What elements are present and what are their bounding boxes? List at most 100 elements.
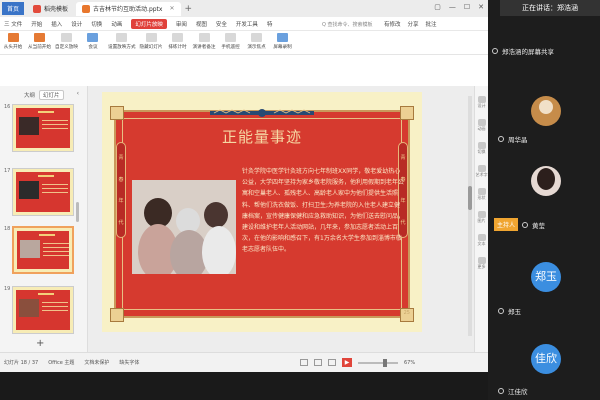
- slideshow-play-icon[interactable]: ▶: [342, 358, 352, 367]
- menu-item[interactable]: 特: [267, 20, 273, 28]
- avatar[interactable]: 佳欣: [531, 344, 561, 374]
- zoom-level[interactable]: 67%: [404, 360, 415, 366]
- phone-remote-button[interactable]: 手机遥控: [220, 31, 242, 50]
- menu-item[interactable]: 插入: [51, 20, 62, 28]
- thumbnail-image: [12, 286, 74, 334]
- close-tab-icon[interactable]: ✕: [169, 5, 174, 12]
- reading-view-icon[interactable]: [328, 359, 336, 366]
- wordart-icon[interactable]: [477, 165, 486, 172]
- thumbnail-image: [12, 104, 74, 152]
- participant-host[interactable]: 主持人 黄莹: [494, 218, 545, 231]
- participant[interactable]: 周华晶: [498, 134, 528, 144]
- menu-item[interactable]: 动画: [111, 20, 122, 28]
- meeting-icon: [87, 33, 99, 42]
- avatar[interactable]: [531, 96, 561, 126]
- slide-page-number: 25: [403, 310, 410, 316]
- tab-docer[interactable]: 稻壳模板: [27, 2, 74, 16]
- host-badge: 主持人: [494, 218, 519, 231]
- layout-icon[interactable]: ▢: [434, 3, 441, 11]
- app-root: 首页 稻壳模板 古吉林节约互助活动.pptx ✕ + ▢ — ☐ ✕ 三 文件 …: [0, 0, 600, 400]
- hide-slide-button[interactable]: 隐藏幻灯片: [140, 31, 163, 50]
- participant[interactable]: 郑玉: [498, 306, 521, 316]
- zoom-slider[interactable]: [358, 358, 398, 367]
- font-status[interactable]: 缺失字体: [119, 359, 139, 366]
- shape-icon[interactable]: [477, 188, 486, 195]
- minimize-icon[interactable]: —: [449, 3, 456, 11]
- close-panel-icon[interactable]: ‹: [77, 90, 79, 97]
- protection-status[interactable]: 文档未保护: [84, 359, 109, 366]
- slide-body-text[interactable]: 针灸学院中医学针灸班方向七年制班XX同学，敬老爱幼热心公益，大学四年坚持为家乡敬…: [242, 166, 404, 256]
- slide[interactable]: 青 春 年 代 青 春 年 代 正能量事迹 针灸学院中医学针灸班方向七年制班XX…: [102, 92, 422, 332]
- custom-show-icon: [60, 33, 72, 42]
- maximize-icon[interactable]: ☐: [464, 3, 470, 11]
- menu-right: 有修改 分享 批注: [384, 20, 437, 28]
- menu-item[interactable]: 切换: [91, 20, 102, 28]
- canvas-scrollbar-thumb[interactable]: [468, 186, 472, 210]
- command-search[interactable]: Q 查找命令、搜索模板: [322, 19, 378, 29]
- slide-number: 18: [4, 226, 11, 232]
- status-bar: 幻灯片 18 / 37 Office 主题 文档未保护 缺失字体 ▶ 67%: [0, 352, 488, 372]
- theme-name: Office 主题: [48, 360, 75, 366]
- tab-slides[interactable]: 幻灯片: [39, 90, 64, 100]
- menu-item[interactable]: 开始: [31, 20, 42, 28]
- avatar[interactable]: 郑玉: [531, 262, 561, 292]
- corner-ornament: [400, 106, 414, 120]
- from-current-button[interactable]: 从当前开始: [28, 31, 51, 50]
- panel-scrollbar[interactable]: [76, 202, 79, 222]
- canvas-scrollbar-track: [468, 96, 472, 336]
- share-button[interactable]: 分享: [408, 20, 419, 28]
- changes-button[interactable]: 有修改: [384, 20, 401, 28]
- normal-view-icon[interactable]: [300, 359, 308, 366]
- view-controls: ▶ 67%: [300, 358, 415, 367]
- corner-ornament: [110, 308, 124, 322]
- design-icon[interactable]: [477, 96, 486, 103]
- slide-thumbnail[interactable]: 17: [2, 168, 82, 224]
- menu-item[interactable]: 视图: [196, 20, 207, 28]
- text-icon[interactable]: [477, 234, 486, 241]
- close-icon[interactable]: ✕: [478, 3, 484, 11]
- notes-icon: [198, 33, 210, 42]
- menu-item[interactable]: 安全: [216, 20, 227, 28]
- hide-slide-icon: [145, 33, 157, 42]
- menu-file[interactable]: 三 文件: [4, 20, 22, 28]
- slide-title[interactable]: 正能量事迹: [102, 126, 422, 147]
- tab-outline[interactable]: 大纲: [24, 91, 35, 99]
- slide-thumbnail-selected[interactable]: 18: [2, 226, 82, 282]
- mic-muted-icon: [498, 308, 504, 314]
- screen-record-button[interactable]: 屏幕录制: [272, 31, 294, 50]
- slide-photo[interactable]: [132, 180, 236, 274]
- focus-button[interactable]: 演示焦点: [246, 31, 268, 50]
- side-tool-gutter: 设计 动画 切换 艺术字 形状 图片 文本 更多: [474, 86, 488, 352]
- new-tab-icon[interactable]: +: [185, 4, 193, 14]
- speaker-notes-button[interactable]: 演讲者备注: [193, 31, 216, 50]
- meeting-button[interactable]: 会议: [82, 31, 104, 50]
- menu-item[interactable]: 设计: [71, 20, 82, 28]
- participant[interactable]: 江佳欣: [498, 386, 528, 396]
- slide-number: 19: [4, 286, 11, 292]
- home-tab[interactable]: 首页: [2, 2, 25, 15]
- menu-item[interactable]: 开发工具: [236, 20, 258, 28]
- add-slide-icon[interactable]: +: [36, 338, 44, 349]
- animation-icon[interactable]: [477, 119, 486, 126]
- from-start-button[interactable]: 从头开始: [2, 31, 24, 50]
- picture-icon[interactable]: [477, 211, 486, 218]
- sorter-view-icon[interactable]: [314, 359, 322, 366]
- meeting-sidebar: [488, 0, 600, 400]
- setup-show-button[interactable]: 设置放映方式: [108, 31, 136, 50]
- rehearse-button[interactable]: 排练计时: [167, 31, 189, 50]
- timer-icon: [172, 33, 184, 42]
- avatar[interactable]: [531, 166, 561, 196]
- slide-thumbnail[interactable]: 19: [2, 286, 82, 342]
- ribbon-toolbar: 从头开始 从当前开始 自定义放映 会议 设置放映方式 隐藏幻灯片 排练计时 演讲…: [0, 31, 488, 55]
- custom-show-button[interactable]: 自定义放映: [55, 31, 78, 50]
- bottom-bar: [0, 372, 488, 400]
- pptx-icon: [82, 4, 91, 13]
- transition-icon[interactable]: [477, 142, 486, 149]
- menu-slideshow[interactable]: 幻灯片放映: [131, 18, 167, 29]
- slide-thumbnail[interactable]: 16: [2, 104, 82, 160]
- menu-item[interactable]: 审阅: [176, 20, 187, 28]
- comment-button[interactable]: 批注: [426, 20, 437, 28]
- focus-icon: [251, 33, 263, 42]
- tab-pptx[interactable]: 古吉林节约互助活动.pptx ✕: [76, 1, 181, 16]
- more-icon[interactable]: [477, 257, 486, 264]
